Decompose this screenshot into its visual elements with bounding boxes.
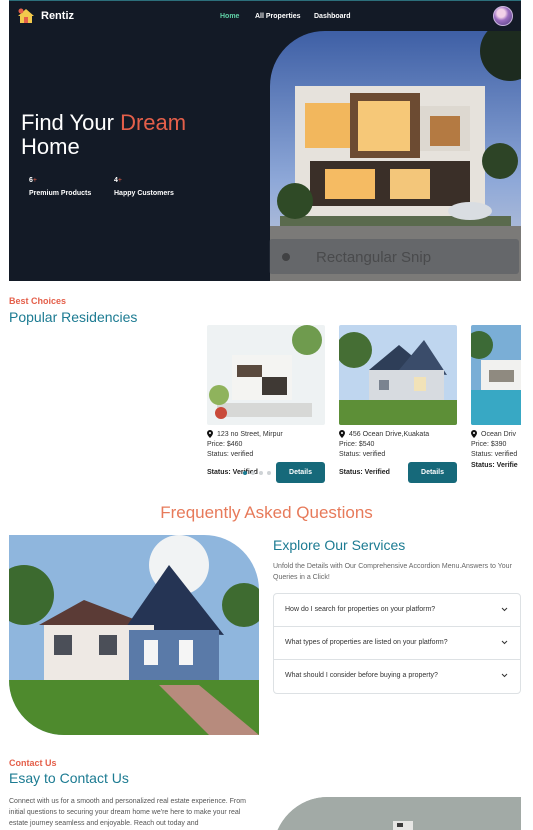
contact-us-label: Contact Us <box>9 758 57 768</box>
faq-question: How do I search for properties on your p… <box>285 606 436 613</box>
property-status-verified: Status: Verifie <box>471 462 518 469</box>
stat-happy-customers: 4+ Happy Customers <box>114 177 174 197</box>
location-pin-icon <box>471 430 477 438</box>
details-button[interactable]: Details <box>408 462 457 483</box>
property-image <box>471 325 521 425</box>
property-image <box>339 325 457 425</box>
property-address: 123 no Street, Mirpur <box>207 430 325 438</box>
carousel-dot[interactable] <box>259 471 263 475</box>
property-image <box>207 325 325 425</box>
faq-item[interactable]: What types of properties are listed on y… <box>274 627 520 660</box>
brand-name[interactable]: Rentiz <box>41 10 74 22</box>
faq-question: What types of properties are listed on y… <box>285 639 448 646</box>
property-status-verified: Status: Verified <box>339 469 390 476</box>
page: Rentiz Home All Properties Dashboard Fin… <box>0 0 533 830</box>
rectangular-snip-overlay: Rectangular Snip <box>269 239 519 274</box>
nav-all-properties-link[interactable]: All Properties <box>255 13 301 20</box>
record-dot-icon <box>282 253 290 261</box>
property-card[interactable]: 123 no Street, Mirpur Price: $460 Status… <box>207 325 325 485</box>
contact-description: Connect with us for a smooth and persona… <box>9 798 246 827</box>
faq-item[interactable]: How do I search for properties on your p… <box>274 594 520 627</box>
card-footer: Status: Verified Details <box>339 462 457 483</box>
location-pin-icon <box>207 430 213 438</box>
explore-services-heading: Explore Our Services <box>273 537 406 553</box>
location-pin-icon <box>339 430 345 438</box>
faq-question: What should I consider before buying a p… <box>285 672 438 679</box>
faq-accordion: How do I search for properties on your p… <box>273 593 521 694</box>
card-footer: Status: Verifie <box>471 462 521 469</box>
stat-premium-products: 6+ Premium Products <box>29 177 92 197</box>
property-status: Status: verified <box>207 451 254 458</box>
carousel-dots[interactable] <box>243 471 271 475</box>
contact-title: Esay to Contact Us <box>9 770 129 786</box>
carousel-dot-active[interactable] <box>243 471 247 475</box>
property-card-partial[interactable]: Ocean Driv Price: $390 Status: verified … <box>471 325 521 485</box>
faq-section-title: Frequently Asked Questions <box>160 503 373 522</box>
property-status: Status: verified <box>471 451 518 458</box>
property-price: Price: $390 <box>471 441 507 448</box>
property-price: Price: $540 <box>339 441 375 448</box>
chevron-down-icon[interactable] <box>501 639 508 646</box>
property-price: Price: $460 <box>207 441 243 448</box>
property-address: Ocean Driv <box>471 430 521 438</box>
property-address: 456 Ocean Drive,Kuakata <box>339 430 457 438</box>
property-card[interactable]: 456 Ocean Drive,Kuakata Price: $540 Stat… <box>339 325 457 485</box>
faq-house-image <box>9 535 259 735</box>
hero-section: Find Your Dream Home 6+ Premium Products… <box>9 31 521 281</box>
carousel-dot[interactable] <box>267 471 271 475</box>
popular-residencies-title: Popular Residencies <box>9 309 138 325</box>
carousel-dot[interactable] <box>251 471 255 475</box>
navbar: Rentiz Home All Properties Dashboard <box>9 0 521 31</box>
chevron-down-icon[interactable] <box>501 606 508 613</box>
details-button[interactable]: Details <box>276 462 325 483</box>
nav-home-link[interactable]: Home <box>220 13 239 20</box>
best-choices-label: Best Choices <box>9 296 67 306</box>
snip-overlay-label: Rectangular Snip <box>316 249 432 266</box>
contact-image <box>273 797 521 830</box>
hero-title: Find Your Dream Home <box>21 110 187 159</box>
faq-item[interactable]: What should I consider before buying a p… <box>274 660 520 693</box>
user-avatar[interactable] <box>493 6 513 26</box>
nav-dashboard-link[interactable]: Dashboard <box>314 13 351 20</box>
explore-services-subtitle: Unfold the Details with Our Comprehensiv… <box>273 563 512 581</box>
house-logo-icon[interactable] <box>17 7 35 25</box>
chevron-down-icon[interactable] <box>501 672 508 679</box>
property-status: Status: verified <box>339 451 386 458</box>
